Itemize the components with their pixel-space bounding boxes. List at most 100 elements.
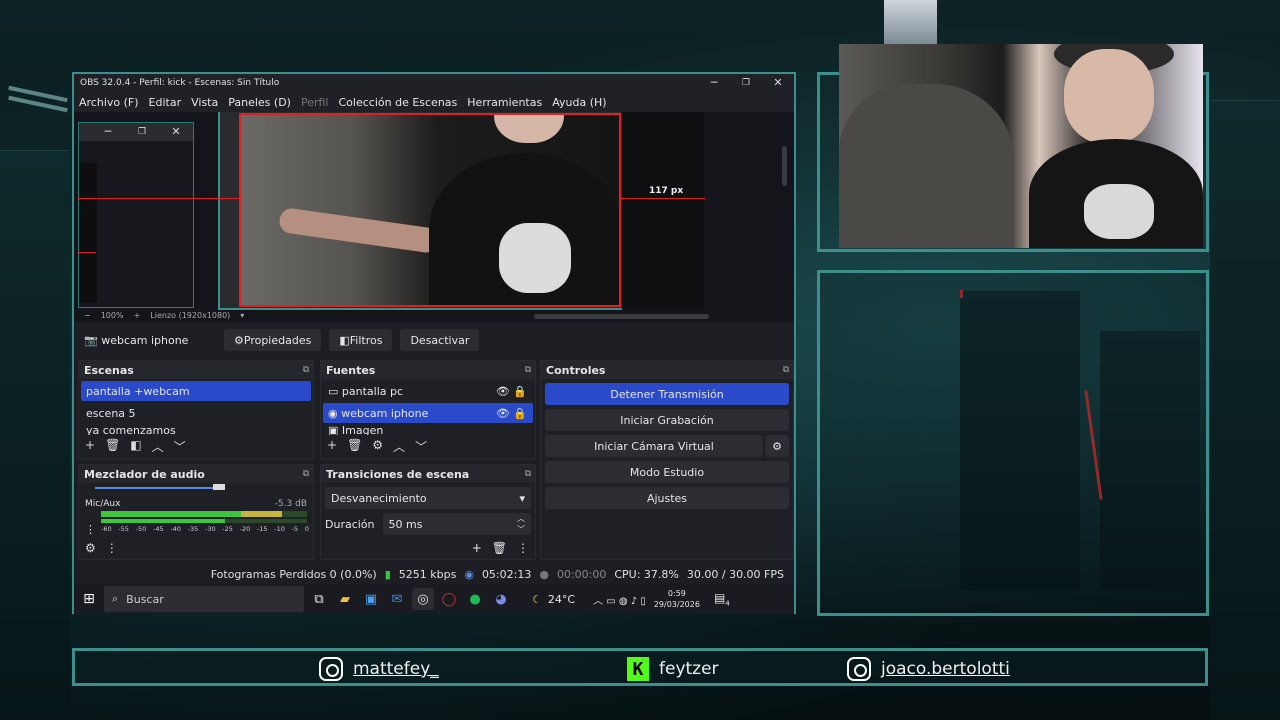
properties-button[interactable]: ⚙ Propiedades (224, 329, 322, 351)
audio-mixer-title: Mezclador de audio (84, 467, 205, 481)
store-icon[interactable]: ▣ (360, 588, 382, 610)
kick-icon: K (627, 657, 649, 681)
image-icon: ▣ (328, 425, 342, 435)
windows-start-icon[interactable]: ⊞ (78, 588, 100, 610)
obs-icon[interactable]: ◎ (412, 588, 434, 610)
filter-icon: ◧ (339, 333, 350, 347)
gear-icon[interactable]: ⚙ (372, 438, 383, 455)
outlook-icon[interactable]: ✉ (386, 588, 408, 610)
add-icon[interactable]: + (327, 438, 337, 455)
trash-icon[interactable]: 🗑 (347, 438, 362, 455)
empty-overlay-panel (817, 270, 1209, 616)
spotify-icon[interactable]: ● (464, 588, 486, 610)
transitions-toolbar: + 🗑 ⋮ (472, 541, 529, 555)
nested-title-bar: ─ ❐ ✕ (79, 123, 193, 141)
start-virtual-cam-button[interactable]: Iniciar Cámara Virtual (545, 435, 763, 457)
stop-stream-button[interactable]: Detener Transmisión (545, 383, 789, 405)
weather-temp[interactable]: 24°C (548, 593, 575, 606)
undock-icon[interactable]: ⧉ (783, 365, 793, 375)
taskbar-search[interactable]: ⌕ Buscar (104, 586, 304, 612)
zoom-level: 100% (100, 311, 124, 320)
slider-handle[interactable] (213, 484, 225, 490)
filter-icon[interactable]: ◧ (130, 438, 141, 455)
scene-item[interactable]: pantalla +webcam (81, 381, 311, 401)
transition-select[interactable]: Desvanecimiento ▾ (325, 487, 531, 509)
menu-herramientas[interactable]: Herramientas (462, 96, 547, 109)
add-icon[interactable]: + (472, 541, 482, 555)
start-record-button[interactable]: Iniciar Grabación (545, 409, 789, 431)
source-item[interactable]: ▣ Imagen (323, 425, 533, 435)
close-button[interactable]: ✕ (762, 74, 794, 92)
source-item[interactable]: ◉ webcam iphone 👁 🔒 (323, 403, 533, 423)
menu-archivo[interactable]: Archivo (F) (74, 96, 144, 109)
undock-icon[interactable]: ⧉ (525, 469, 535, 479)
minimize-button[interactable]: ─ (698, 74, 730, 92)
menu-perfil[interactable]: Perfil (296, 96, 334, 109)
camera-icon: ◉ (328, 406, 342, 420)
virtual-cam-row: Iniciar Cámara Virtual ⚙ (541, 431, 793, 457)
studio-mode-button[interactable]: Modo Estudio (545, 461, 789, 483)
trash-icon[interactable]: 🗑 (492, 541, 507, 555)
file-explorer-icon[interactable]: ▰ (334, 588, 356, 610)
source-item-label: webcam iphone (341, 406, 429, 420)
chevron-down-icon[interactable]: ﹀ (415, 438, 427, 455)
menu-paneles[interactable]: Paneles (D) (223, 96, 296, 109)
menu-coleccion-escenas[interactable]: Colección de Escenas (334, 96, 463, 109)
bitrate: 5251 kbps (398, 567, 457, 581)
guide-line-small (78, 252, 96, 253)
eye-icon[interactable]: 👁 🔒 (496, 385, 533, 398)
transitions-header: Transiciones de escena ⧉ (321, 465, 535, 483)
zoom-out-button[interactable]: − (84, 311, 91, 320)
preview-horizontal-scrollbar[interactable] (534, 314, 709, 319)
stepper-arrows-icon[interactable]: ︿ ﹀ (517, 513, 531, 535)
discord-icon[interactable]: ◕ (490, 588, 512, 610)
kebab-menu-icon[interactable]: ⋮ (85, 523, 96, 536)
duration-stepper[interactable]: 50 ms ︿ ﹀ (382, 513, 531, 535)
preview-vertical-scrollbar[interactable] (782, 146, 787, 186)
source-item[interactable]: ▭ pantalla pc 👁 🔒 (323, 381, 533, 401)
preview-dark-region (622, 112, 704, 310)
maximize-button[interactable]: ❐ (730, 74, 762, 92)
settings-button[interactable]: Ajustes (545, 487, 789, 509)
filters-button[interactable]: ◧ Filtros (329, 329, 393, 351)
opera-icon[interactable]: ◯ (438, 588, 460, 610)
kebab-menu-icon[interactable]: ⋮ (106, 541, 118, 555)
scene-item[interactable]: ya comenzamos (81, 425, 311, 435)
task-view-icon[interactable]: ⧉ (308, 588, 330, 610)
menu-editar[interactable]: Editar (144, 96, 187, 109)
slider-track (95, 487, 225, 489)
chevron-down-icon[interactable]: ▾ (240, 311, 244, 320)
undock-icon[interactable]: ⧉ (303, 469, 313, 479)
add-icon[interactable]: + (85, 438, 95, 455)
chevron-up-icon[interactable]: ︿ (393, 438, 405, 455)
undock-icon[interactable]: ⧉ (303, 365, 313, 375)
search-placeholder: Buscar (126, 592, 164, 606)
virtual-cam-settings-gear-icon[interactable]: ⚙ (765, 435, 789, 457)
zoom-in-button[interactable]: + (134, 311, 141, 320)
upper-channel-slider[interactable] (79, 483, 313, 493)
source-item-label: pantalla pc (341, 384, 404, 398)
selection-bounding-box[interactable] (239, 113, 621, 307)
meter-green (101, 511, 242, 517)
notification-icon[interactable]: ▤4 (714, 591, 730, 607)
instagram-icon (319, 657, 343, 681)
nested-close-icon: ✕ (171, 125, 181, 138)
eye-icon[interactable]: 👁 🔒 (496, 407, 533, 420)
kebab-menu-icon[interactable]: ⋮ (517, 541, 529, 555)
scene-item[interactable]: escena 5 (81, 403, 311, 423)
properties-label: Propiedades (243, 333, 312, 347)
record-time: 00:00:00 (556, 567, 607, 581)
menu-ayuda[interactable]: Ayuda (H) (547, 96, 611, 109)
menu-vista[interactable]: Vista (186, 96, 223, 109)
instagram-handle-1: mattefey_ (353, 659, 439, 679)
gear-icon[interactable]: ⚙ (85, 541, 96, 555)
chevron-down-icon[interactable]: ﹀ (174, 438, 186, 455)
preview-area[interactable]: ─ ❐ ✕ 117 px − 100% + Lienzo (1920x1080)… (74, 112, 794, 322)
system-tray-icons[interactable]: ︿ ▭ ◍ ♪ ▯ (593, 592, 646, 607)
taskbar-clock[interactable]: 0:59 29/03/2026 (654, 588, 700, 610)
deactivate-button[interactable]: Desactivar (400, 329, 480, 351)
cpu-usage: CPU: 37.8% (614, 567, 679, 581)
undock-icon[interactable]: ⧉ (525, 365, 535, 375)
chevron-up-icon[interactable]: ︿ (152, 438, 164, 455)
trash-icon[interactable]: 🗑 (105, 438, 120, 455)
